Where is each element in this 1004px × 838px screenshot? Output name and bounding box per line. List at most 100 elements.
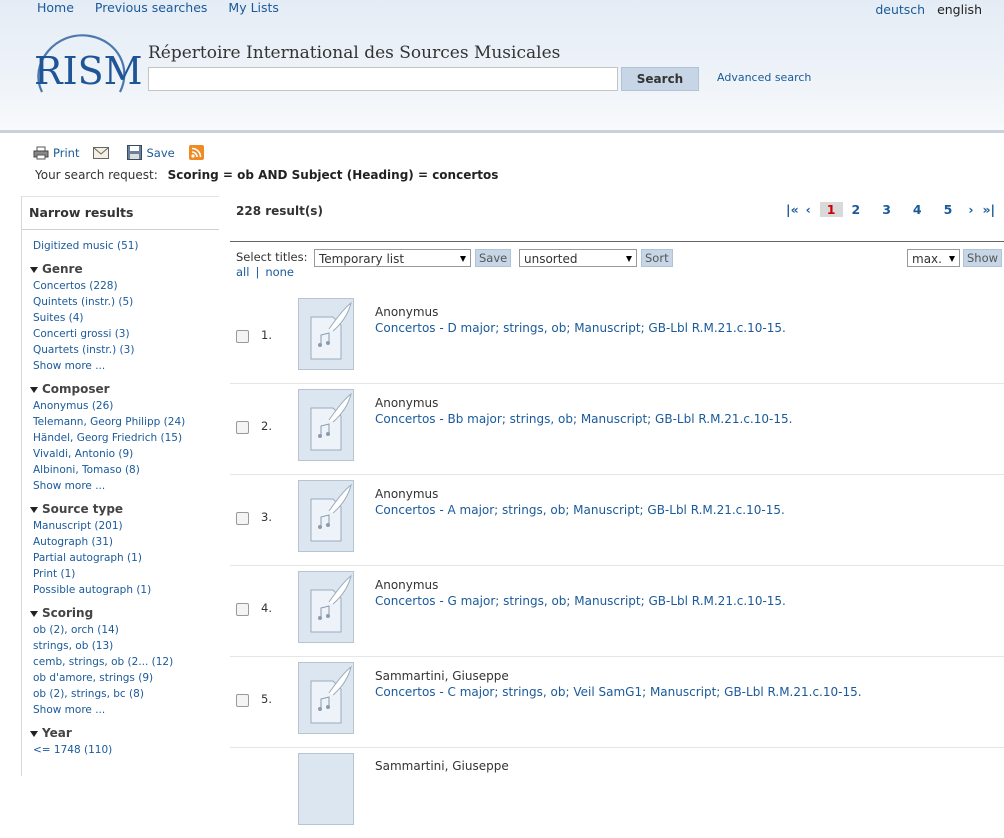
facet-item[interactable]: Anonymus (26) [22,398,219,414]
print-button[interactable]: Print [33,146,79,160]
nav-home-link[interactable]: Home [37,0,74,15]
max-dropdown[interactable]: max. [907,249,960,267]
result-checkbox[interactable] [236,603,249,616]
narrow-results-sidebar: Narrow results Digitized music (51) Genr… [21,196,219,776]
pager-page-link[interactable]: 5 [944,202,953,217]
result-checkbox[interactable] [236,421,249,434]
floppy-disk-icon [127,145,143,160]
pagination: |« ‹ 1 2 3 4 5 › »| [786,202,995,217]
facet-digitized-music[interactable]: Digitized music (51) [22,238,219,254]
music-manuscript-icon[interactable] [298,662,354,734]
collapse-triangle-icon [30,386,38,393]
print-label: Print [53,145,80,160]
max-dropdown-value: max. [912,252,942,266]
facet-item[interactable]: ob (2), orch (14) [22,622,219,638]
pager-prev-link[interactable]: ‹ [806,202,811,217]
composer-show-more-link[interactable]: Show more ... [22,478,219,494]
result-row: 2. Anonymus Concertos - Bb major; string… [230,383,1004,475]
sort-button[interactable]: Sort [641,249,673,267]
lang-english-link[interactable]: english [937,2,982,17]
result-author: Sammartini, Giuseppe [375,759,509,773]
result-title-link[interactable]: Concertos - A major; strings, ob; Manusc… [375,503,785,517]
scoring-show-more-link[interactable]: Show more ... [22,702,219,718]
music-manuscript-icon[interactable] [298,571,354,643]
facet-item[interactable]: cemb, strings, ob (2... (12) [22,654,219,670]
show-button[interactable]: Show [963,249,1003,267]
result-title-link[interactable]: Concertos - G major; strings, ob; Manusc… [375,594,786,608]
select-all-none: all | none [236,265,294,279]
facet-source-type-heading[interactable]: Source type [22,501,219,518]
lang-deutsch-link[interactable]: deutsch [875,2,925,17]
result-author: Anonymus [375,305,439,319]
nav-my-lists-link[interactable]: My Lists [228,0,279,15]
facet-scoring-heading[interactable]: Scoring [22,605,219,622]
facet-item[interactable]: <= 1748 (110) [22,742,219,758]
facet-item[interactable]: ob d'amore, strings (9) [22,670,219,686]
result-checkbox[interactable] [236,330,249,343]
facet-item[interactable]: Partial autograph (1) [22,550,219,566]
narrow-results-heading: Narrow results [22,196,219,230]
save-to-list-button[interactable]: Save [475,249,512,267]
email-button[interactable] [93,146,113,159]
facet-item[interactable]: Telemann, Georg Philipp (24) [22,414,219,430]
facet-item[interactable]: Händel, Georg Friedrich (15) [22,430,219,446]
sort-dropdown[interactable]: unsorted [519,249,637,267]
pager-page-link[interactable]: 3 [882,202,891,217]
facet-item[interactable]: Quartets (instr.) (3) [22,342,219,358]
facet-composer-heading[interactable]: Composer [22,381,219,398]
advanced-search-link[interactable]: Advanced search [717,71,811,84]
result-title-link[interactable]: Concertos - D major; strings, ob; Manusc… [375,321,786,335]
music-manuscript-icon[interactable] [298,389,354,461]
nav-previous-searches-link[interactable]: Previous searches [95,0,208,15]
language-switcher: deutsch english [875,2,982,17]
pager-last-link[interactable]: »| [982,202,995,217]
save-button[interactable]: Save [127,145,175,160]
music-manuscript-icon[interactable] [298,753,354,825]
result-row: 3. Anonymus Concertos - A major; strings… [230,474,1004,566]
select-all-link[interactable]: all [236,265,249,279]
result-number: 4. [261,601,272,615]
search-input[interactable] [148,67,618,91]
music-manuscript-icon[interactable] [298,480,354,552]
facet-item[interactable]: Possible autograph (1) [22,582,219,598]
list-dropdown-value: Temporary list [319,252,405,266]
divider [230,241,1004,242]
facet-item[interactable]: Suites (4) [22,310,219,326]
rss-button[interactable] [188,145,208,160]
music-manuscript-icon[interactable] [298,298,354,370]
facet-item[interactable]: strings, ob (13) [22,638,219,654]
facet-year-heading[interactable]: Year [22,725,219,742]
result-row: Sammartini, Giuseppe [230,747,1004,838]
search-request: Your search request: Scoring = ob AND Su… [35,168,498,182]
top-navigation: Home Previous searches My Lists [37,0,296,15]
pager-next-link[interactable]: › [968,202,973,217]
search-request-query: Scoring = ob AND Subject (Heading) = con… [167,168,499,182]
collapse-triangle-icon [30,730,38,737]
result-author: Sammartini, Giuseppe [375,669,509,683]
genre-show-more-link[interactable]: Show more ... [22,358,219,374]
pager-first-link[interactable]: |« [786,202,799,217]
rism-logo[interactable]: RISM [28,26,143,106]
facet-item[interactable]: Albinoni, Tomaso (8) [22,462,219,478]
facet-item[interactable]: ob (2), strings, bc (8) [22,686,219,702]
result-author: Anonymus [375,487,439,501]
facet-item[interactable]: Quintets (instr.) (5) [22,294,219,310]
list-dropdown[interactable]: Temporary list [314,249,471,267]
facet-item[interactable]: Vivaldi, Antonio (9) [22,446,219,462]
facet-item[interactable]: Concertos (228) [22,278,219,294]
facet-item[interactable]: Print (1) [22,566,219,582]
dropdown-arrow-icon [626,256,632,262]
result-checkbox[interactable] [236,694,249,707]
facet-item[interactable]: Autograph (31) [22,534,219,550]
search-button[interactable]: Search [621,67,699,91]
result-row: 1. Anonymus Concertos - D major; strings… [230,292,1004,384]
facet-genre-heading[interactable]: Genre [22,261,219,278]
pager-page-link[interactable]: 2 [852,202,861,217]
result-title-link[interactable]: Concertos - Bb major; strings, ob; Manus… [375,412,792,426]
result-checkbox[interactable] [236,512,249,525]
facet-item[interactable]: Concerti grossi (3) [22,326,219,342]
pager-page-link[interactable]: 4 [913,202,922,217]
facet-item[interactable]: Manuscript (201) [22,518,219,534]
result-title-link[interactable]: Concertos - C major; strings, ob; Veil S… [375,685,862,699]
select-none-link[interactable]: none [265,265,294,279]
